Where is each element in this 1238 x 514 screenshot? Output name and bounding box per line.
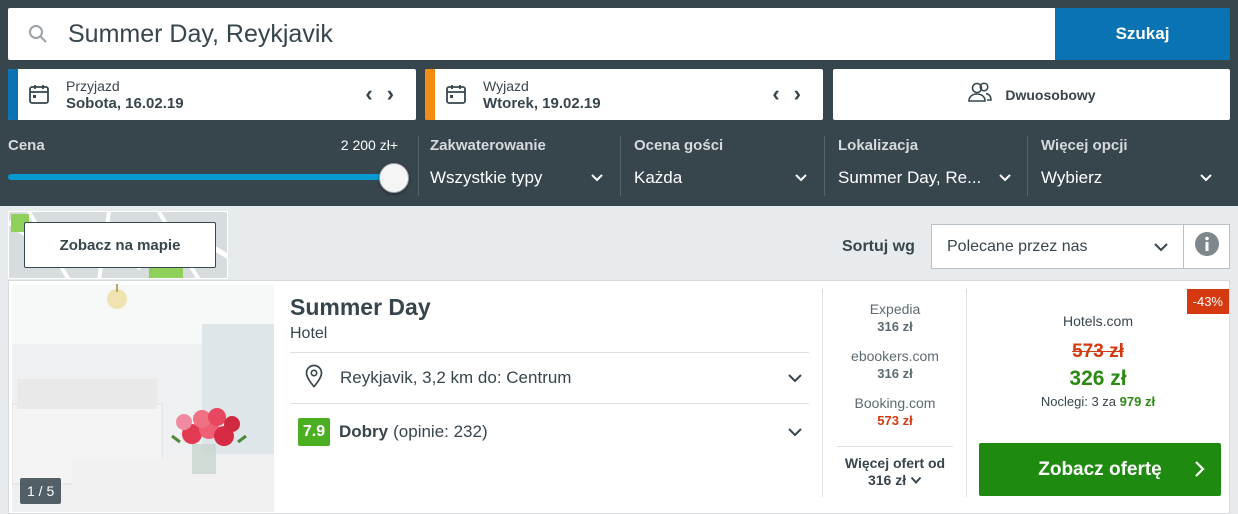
location-filter-value: Summer Day, Re... (838, 168, 982, 187)
sort-select[interactable]: Polecane przez nas (931, 224, 1184, 269)
accommodation-filter[interactable]: Zakwaterowanie Wszystkie typy (430, 128, 608, 206)
deal-provider: Hotels.com (1062, 313, 1134, 329)
room-type-selector[interactable]: Dwuosobowy (833, 69, 1230, 120)
filter-divider (824, 136, 825, 196)
guests-icon (967, 81, 993, 108)
price-filter-title: Cena (8, 137, 45, 154)
chevron-down-icon (590, 168, 604, 193)
calendar-icon (445, 83, 467, 110)
hotel-type: Hotel (290, 325, 328, 342)
price-max-label: 2 200 zł+ (340, 137, 398, 153)
search-icon (8, 24, 68, 44)
search-query: Summer Day, Reykjavik (68, 19, 333, 48)
more-options-filter-value: Wybierz (1041, 168, 1103, 187)
chevron-down-icon (787, 370, 803, 391)
filter-divider (1027, 136, 1028, 196)
checkin-next-button[interactable]: › (387, 83, 394, 105)
chevron-down-icon (998, 168, 1012, 193)
more-offers-price: 316 zł (867, 472, 907, 488)
more-options-filter-title: Więcej opcji (1041, 137, 1128, 154)
provider-offer[interactable]: Booking.com 573 zł (823, 395, 967, 429)
chevron-down-icon (1153, 238, 1169, 261)
map-preview[interactable]: Zobacz na mapie (8, 211, 228, 279)
photo-counter: 1 / 5 (20, 478, 62, 504)
filter-divider (620, 136, 621, 196)
provider-price: 316 zł (877, 366, 913, 381)
view-on-map-button[interactable]: Zobacz na mapie (24, 222, 216, 268)
sort-label: Sortuj wg (842, 238, 915, 255)
search-button[interactable]: Szukaj (1055, 8, 1230, 60)
view-deal-label: Zobacz ofertę (1038, 458, 1162, 480)
guest-rating-filter-title: Ocena gości (634, 137, 724, 154)
checkout-prev-button[interactable]: ‹ (772, 83, 779, 105)
more-offers-label: Więcej ofert od (844, 455, 946, 471)
results-area: Zobacz na mapie Sortuj wg Polecane przez… (0, 206, 1238, 514)
chevron-right-icon (1193, 457, 1205, 487)
more-offers-link[interactable]: Więcej ofert od 316 zł (823, 455, 967, 489)
checkout-field[interactable]: Wyjazd Wtorek, 19.02.19 ‹ › (425, 69, 823, 120)
calendar-icon (28, 83, 50, 110)
rating-row[interactable]: 7.9 Dobry (opinie: 232) (298, 407, 809, 457)
view-deal-button[interactable]: Zobacz ofertę (979, 443, 1221, 496)
nights-summary: Noclegi: 3 za 979 zł (977, 394, 1219, 409)
deal-price: 326 zł (1069, 367, 1127, 390)
checkin-prev-button[interactable]: ‹ (365, 83, 372, 105)
provider-name: Booking.com (854, 395, 936, 411)
provider-offer[interactable]: Expedia 316 zł (823, 301, 967, 335)
price-slider-handle[interactable] (379, 163, 409, 193)
accommodation-filter-title: Zakwaterowanie (430, 137, 546, 154)
checkin-date: Sobota, 16.02.19 (66, 95, 184, 112)
nights-total: 979 zł (1119, 394, 1156, 409)
guest-rating-filter-value: Każda (634, 168, 683, 187)
chevron-down-icon (910, 472, 922, 488)
sort-select-value: Polecane przez nas (947, 237, 1088, 255)
old-price: 573 zł (1072, 341, 1124, 362)
search-bar: Summer Day, Reykjavik Szukaj (8, 8, 1230, 60)
provider-offer[interactable]: ebookers.com 316 zł (823, 348, 967, 382)
discount-badge: -43% (1186, 289, 1229, 314)
filter-divider (418, 136, 419, 196)
hotel-card: 1 / 5 Summer Day Hotel Reykjavik, 3,2 km… (8, 280, 1230, 514)
divider (290, 403, 809, 404)
checkin-label: Przyjazd (66, 78, 120, 94)
chevron-down-icon (794, 168, 808, 193)
guest-rating-filter[interactable]: Ocena gości Każda (634, 128, 812, 206)
checkout-date: Wtorek, 19.02.19 (483, 95, 601, 112)
chevron-down-icon (1199, 168, 1213, 193)
search-input[interactable]: Summer Day, Reykjavik (8, 8, 1055, 60)
map-pin-icon (304, 364, 324, 393)
divider (966, 289, 967, 497)
checkout-label: Wyjazd (483, 78, 529, 94)
checkin-stripe (8, 69, 18, 120)
checkin-field[interactable]: Przyjazd Sobota, 16.02.19 ‹ › (8, 69, 416, 120)
provider-price: 573 zł (877, 413, 913, 428)
provider-price: 316 zł (877, 319, 913, 334)
location-text: Reykjavik, 3,2 km do: Centrum (340, 368, 572, 387)
nights-text: Noclegi: 3 za (1040, 394, 1117, 409)
info-icon (1194, 231, 1220, 262)
rating-score-badge: 7.9 (298, 418, 330, 446)
price-filter: Cena 2 200 zł+ (8, 128, 409, 206)
checkout-next-button[interactable]: › (794, 83, 801, 105)
price-slider-track[interactable] (8, 174, 388, 180)
chevron-down-icon (787, 424, 803, 445)
provider-list: Expedia 316 zł ebookers.com 316 zł Booki… (823, 281, 967, 513)
location-filter-title: Lokalizacja (838, 137, 919, 154)
provider-name: Expedia (869, 301, 921, 317)
location-filter[interactable]: Lokalizacja Summer Day, Re... (838, 128, 1016, 206)
review-count: (opinie: 232) (393, 422, 488, 441)
checkout-stripe (425, 69, 435, 120)
rating-label: Dobry (339, 422, 389, 441)
divider (837, 446, 953, 447)
hotel-photo[interactable]: 1 / 5 (12, 284, 274, 512)
sort-info-button[interactable] (1184, 224, 1230, 269)
hotel-name[interactable]: Summer Day (290, 294, 431, 321)
best-deal: -43% Hotels.com 573 zł 326 zł Noclegi: 3… (977, 281, 1229, 513)
location-row[interactable]: Reykjavik, 3,2 km do: Centrum (290, 353, 809, 403)
provider-name: ebookers.com (851, 348, 939, 364)
room-type-label: Dwuosobowy (1005, 86, 1096, 103)
accommodation-filter-value: Wszystkie typy (430, 168, 543, 187)
filter-bar: Cena 2 200 zł+ Zakwaterowanie Wszystkie … (0, 128, 1238, 206)
more-options-filter[interactable]: Więcej opcji Wybierz (1041, 128, 1221, 206)
